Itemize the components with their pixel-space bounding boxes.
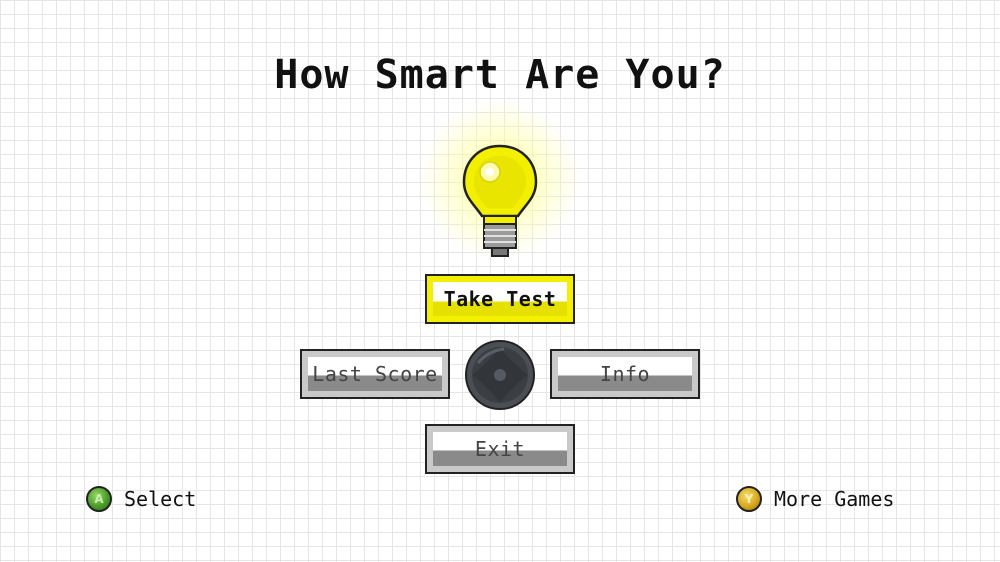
info-button[interactable]: Info xyxy=(550,349,700,399)
y-button-icon: Y xyxy=(736,486,762,512)
take-test-label: Take Test xyxy=(443,287,557,311)
last-score-label: Last Score xyxy=(312,362,438,386)
more-games-hint[interactable]: Y More Games xyxy=(736,482,894,516)
last-score-button[interactable]: Last Score xyxy=(300,349,450,399)
take-test-button[interactable]: Take Test xyxy=(425,274,575,324)
a-button-icon: A xyxy=(86,486,112,512)
game-title: How Smart Are You? xyxy=(274,52,726,98)
info-label: Info xyxy=(599,362,651,386)
exit-button[interactable]: Exit xyxy=(425,424,575,474)
select-hint: A Select xyxy=(86,482,196,516)
dpad-icon xyxy=(465,340,535,410)
select-label: Select xyxy=(124,487,197,511)
lightbulb-icon xyxy=(462,144,538,257)
exit-label: Exit xyxy=(474,437,526,461)
more-games-label: More Games xyxy=(774,487,895,511)
